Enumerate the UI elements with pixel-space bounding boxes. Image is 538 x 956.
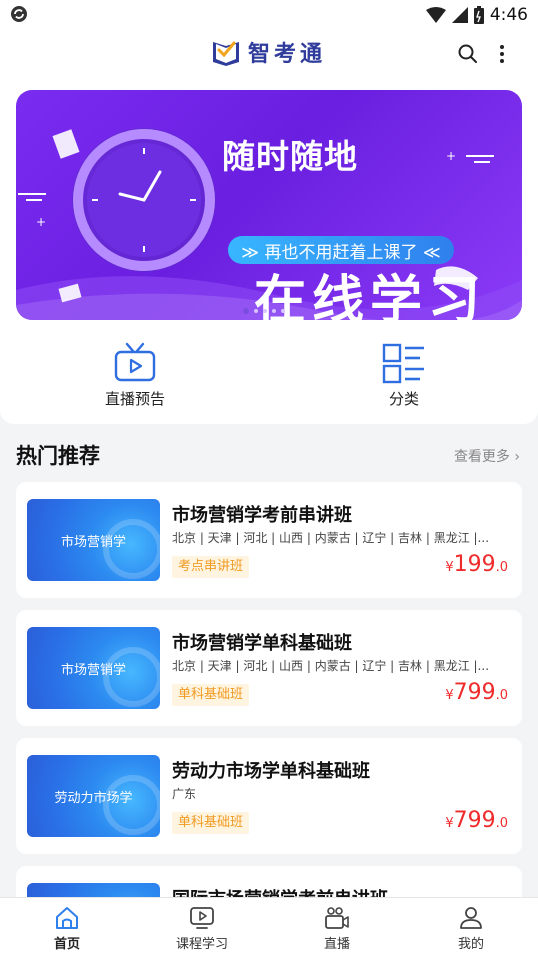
nav-mine[interactable]: 我的 [431, 906, 511, 952]
entry-label: 直播预告 [104, 390, 165, 408]
svg-text:+: + [36, 215, 46, 229]
wifi-icon [425, 7, 446, 23]
course-tag: 考点串讲班 [172, 556, 250, 578]
course-title: 劳动力市场学单科基础班 [172, 761, 370, 782]
user-icon [460, 907, 482, 929]
price-decimal: .0 [495, 816, 508, 831]
page-dot-active [243, 308, 249, 314]
price-symbol: ¥ [445, 816, 454, 831]
course-card[interactable]: 劳动力市场学 劳动力市场学单科基础班 广东 单科基础班 ¥799.0 [16, 738, 522, 854]
sync-icon [11, 6, 27, 22]
course-regions: 广东 [172, 787, 197, 801]
thumb-text: 劳动力市场学 [54, 791, 133, 806]
chevron-right-icon: › [509, 449, 520, 465]
course-title: 市场营销学单科基础班 [172, 633, 352, 654]
logo-book-icon [213, 41, 239, 66]
course-thumbnail: 劳动力市场学 [27, 755, 160, 837]
more-vertical-icon[interactable] [494, 42, 510, 66]
course-thumbnail: 市场营销学 [27, 627, 160, 709]
price-decimal: .0 [495, 688, 508, 703]
nav-label: 直播 [323, 937, 350, 952]
price-decimal: .0 [495, 560, 508, 575]
course-tag: 单科基础班 [172, 812, 250, 834]
banner-pagination [243, 308, 285, 314]
course-tag: 单科基础班 [172, 684, 250, 706]
nav-label: 首页 [53, 937, 80, 952]
nav-label: 我的 [457, 937, 484, 952]
course-thumbnail: 市场营销学 [27, 499, 160, 581]
see-more-label: 查看更多 [453, 449, 510, 465]
course-play-icon [190, 907, 214, 929]
live-camera-icon [325, 907, 349, 929]
page-dot [254, 309, 258, 313]
signal-icon [451, 7, 468, 23]
section-title: 热门推荐 [16, 444, 100, 468]
page-dot [272, 309, 276, 313]
price-integer: 199 [453, 552, 496, 577]
nav-home[interactable]: 首页 [27, 906, 107, 952]
thumb-text: 市场营销学 [60, 663, 126, 678]
price-symbol: ¥ [445, 560, 454, 575]
tv-play-icon [114, 342, 156, 382]
price-symbol: ¥ [445, 688, 454, 703]
logo-text: 智考通 [248, 41, 327, 67]
category-list-icon [382, 343, 424, 384]
page-dot [263, 309, 267, 313]
app-logo: 智考通 [210, 36, 326, 68]
price-integer: 799 [453, 808, 496, 833]
app-header: 智考通 [0, 30, 538, 78]
price-integer: 799 [453, 680, 496, 705]
status-indicators: 4:46 [425, 4, 528, 26]
see-more-link[interactable]: 查看更多 › [454, 446, 520, 466]
banner-title-2: 在线学习 [254, 271, 487, 320]
banner-slogan: ≫ 再也不用赶着上课了 ≪ [228, 236, 454, 264]
course-regions: 北京 | 天津 | 河北 | 山西 | 内蒙古 | 辽宁 | 吉林 | 黑龙江 … [172, 531, 490, 545]
course-card[interactable]: 市场营销学 市场营销学单科基础班 北京 | 天津 | 河北 | 山西 | 内蒙古… [16, 610, 522, 726]
course-price: ¥199.0 [445, 552, 508, 577]
page-dot [281, 309, 285, 313]
course-price: ¥799.0 [445, 808, 508, 833]
svg-text:+: + [446, 149, 456, 163]
course-price: ¥799.0 [445, 680, 508, 705]
course-regions: 北京 | 天津 | 河北 | 山西 | 内蒙古 | 辽宁 | 吉林 | 黑龙江 … [172, 659, 490, 673]
course-card[interactable]: 市场营销学 市场营销学考前串讲班 北京 | 天津 | 河北 | 山西 | 内蒙古… [16, 482, 522, 598]
nav-live[interactable]: 直播 [297, 906, 377, 952]
promo-banner[interactable]: + + 随时随地 在线学习 ≫ 再也不用赶着上课了 ≪ [16, 90, 522, 320]
entry-label: 分类 [388, 390, 419, 408]
search-icon[interactable] [456, 42, 480, 66]
nav-course-study[interactable]: 课程学习 [162, 906, 242, 952]
status-bar: 4:46 [0, 0, 538, 30]
entry-live-preview[interactable]: 直播预告 [75, 342, 195, 409]
banner-title-1: 随时随地 [222, 137, 358, 176]
course-title: 市场营销学考前串讲班 [172, 505, 352, 526]
status-time: 4:46 [489, 5, 528, 25]
thumb-text: 市场营销学 [60, 535, 126, 550]
entry-category[interactable]: 分类 [344, 342, 464, 409]
nav-label: 课程学习 [175, 937, 228, 952]
battery-icon [473, 6, 484, 24]
bottom-nav: 首页 课程学习 直播 我的 [0, 897, 538, 956]
home-icon [56, 907, 78, 929]
